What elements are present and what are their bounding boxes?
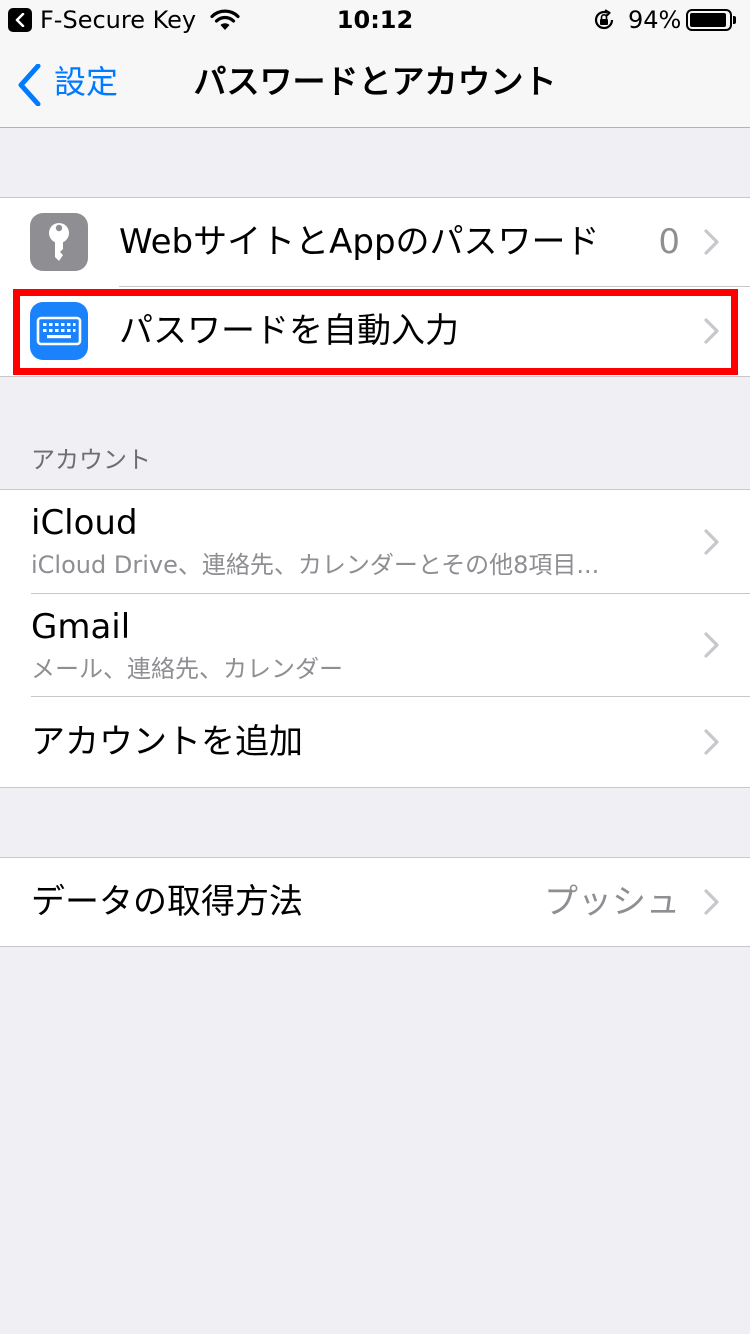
battery-tip [733,16,736,24]
key-icon [30,213,88,271]
accounts-group: iCloud iCloud Drive、連絡先、カレンダーとその他8項目... … [0,489,750,788]
autofill-passwords-row[interactable]: パスワードを自動入力 [0,287,750,376]
passwords-group: WebサイトとAppのパスワード 0 パスワードを自動入力 [0,197,750,377]
password-count: 0 [658,222,680,262]
account-title-gmail: Gmail [31,607,131,647]
chevron-right-icon [704,729,720,759]
account-title-icloud: iCloud [31,503,138,543]
account-subtitle-gmail: メール、連絡先、カレンダー [31,655,343,683]
fetch-data-label: データの取得方法 [31,882,303,922]
chevron-right-icon [704,632,720,662]
chevron-right-icon [704,318,720,348]
rotation-lock-icon [592,8,616,36]
autofill-passwords-label: パスワードを自動入力 [119,311,459,351]
navigation-bar: 設定 パスワードとアカウント [0,40,750,128]
chevron-right-icon [704,229,720,259]
account-subtitle-icloud: iCloud Drive、連絡先、カレンダーとその他8項目... [31,551,600,579]
battery-icon [686,9,732,31]
fetch-data-value: プッシュ [544,882,680,922]
accounts-section-header: アカウント [31,446,151,474]
website-app-passwords-label: WebサイトとAppのパスワード [119,222,600,262]
page-title: パスワードとアカウント [193,62,557,101]
status-bar: F-Secure Key 10:12 94% [0,0,750,40]
account-row-icloud[interactable]: iCloud iCloud Drive、連絡先、カレンダーとその他8項目... [0,490,750,594]
website-app-passwords-row[interactable]: WebサイトとAppのパスワード 0 [0,198,750,287]
keyboard-icon [30,302,88,360]
battery-percentage: 94% [628,6,682,34]
add-account-label: アカウントを追加 [31,722,303,762]
fetch-data-group: データの取得方法 プッシュ [0,857,750,947]
fetch-data-row[interactable]: データの取得方法 プッシュ [0,858,750,946]
account-row-gmail[interactable]: Gmail メール、連絡先、カレンダー [0,594,750,697]
battery-level [690,13,726,27]
chevron-right-icon [704,529,720,559]
add-account-row[interactable]: アカウントを追加 [0,697,750,787]
chevron-right-icon [704,889,720,919]
